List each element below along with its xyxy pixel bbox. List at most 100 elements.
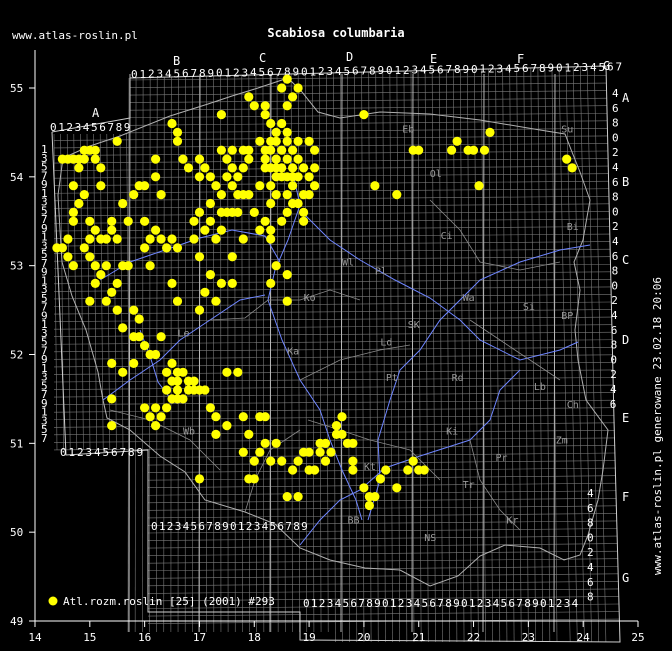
occurrence-point bbox=[172, 296, 183, 306]
grid-line bbox=[53, 369, 614, 375]
grid-digit-top: 8 bbox=[539, 62, 546, 75]
grid-line bbox=[129, 90, 607, 96]
grid-digit-top: 0 bbox=[216, 67, 223, 80]
grid-line bbox=[147, 543, 618, 549]
occurrence-point bbox=[282, 270, 292, 280]
grid-digit-bottom: 4 bbox=[335, 597, 342, 610]
grid-line bbox=[241, 75, 243, 633]
occurrence-point bbox=[140, 216, 150, 226]
y-tick-label: 49 bbox=[10, 615, 23, 628]
occurrence-point bbox=[370, 492, 380, 502]
grid-digit-top: 9 bbox=[548, 62, 555, 75]
grid-digit-top: 6 bbox=[267, 66, 274, 79]
occurrence-point bbox=[468, 145, 479, 155]
occurrence-point bbox=[183, 163, 194, 173]
grid-digit-top: 1 bbox=[480, 63, 487, 76]
grid-digit-top: 2 bbox=[488, 63, 495, 76]
occurrence-point bbox=[200, 287, 210, 297]
occurrence-point bbox=[101, 296, 111, 306]
grid-digit-right: 4 bbox=[587, 561, 594, 574]
occurrence-point bbox=[326, 447, 336, 457]
occurrence-point bbox=[249, 101, 259, 111]
region-label: Su bbox=[561, 124, 573, 135]
grid-digit-bottom: 2 bbox=[398, 597, 405, 610]
occurrence-point bbox=[260, 101, 270, 111]
occurrence-point bbox=[205, 403, 215, 413]
occurrence-point bbox=[129, 305, 139, 315]
y-tick-label: 52 bbox=[10, 349, 23, 362]
grid-line bbox=[467, 69, 472, 643]
region-label: Si bbox=[523, 302, 535, 313]
occurrence-point bbox=[216, 145, 226, 155]
grid-digit-top: 2 bbox=[573, 61, 580, 74]
occurrence-point bbox=[260, 438, 270, 448]
region-label: Wa bbox=[463, 293, 475, 304]
occurrence-point bbox=[162, 367, 172, 377]
grid-line bbox=[53, 203, 610, 209]
grid-digit-right: 4 bbox=[612, 161, 619, 174]
occurrence-point bbox=[140, 181, 150, 191]
site-url[interactable]: www.atlas-roslin.pl bbox=[12, 29, 138, 42]
grid-letter-right: D bbox=[622, 333, 629, 347]
occurrence-point bbox=[112, 136, 122, 146]
grid-letter-top: C bbox=[259, 51, 266, 65]
grid-line bbox=[474, 69, 479, 643]
occurrence-point bbox=[255, 225, 265, 235]
grid-line bbox=[147, 460, 616, 466]
grid-major-line bbox=[411, 73, 414, 633]
grid-line bbox=[142, 77, 144, 633]
occurrence-point bbox=[392, 483, 402, 493]
grid-letter-right: C bbox=[622, 253, 629, 267]
occurrence-point bbox=[63, 234, 73, 244]
grid-line bbox=[147, 490, 617, 496]
occurrence-point bbox=[348, 465, 358, 475]
grid-digit-right: 4 bbox=[611, 309, 618, 322]
grid-digit-bottom: 5 bbox=[422, 597, 429, 610]
occurrence-point bbox=[79, 154, 89, 164]
grid-digit-bottom: 1 bbox=[238, 520, 245, 533]
x-tick-label: 21 bbox=[412, 631, 425, 644]
grid-digit-bottom: 9 bbox=[301, 520, 308, 533]
occurrence-point bbox=[474, 181, 484, 191]
grid-line bbox=[53, 263, 611, 270]
occurrence-point bbox=[271, 190, 281, 200]
grid-line bbox=[255, 74, 258, 633]
grid-digit-right: 6 bbox=[612, 250, 619, 263]
grid-digit-top: 4 bbox=[250, 66, 257, 79]
occurrence-point bbox=[162, 403, 172, 413]
grid-digit-bottom: 2 bbox=[477, 597, 484, 610]
occurrence-point bbox=[107, 216, 117, 226]
occurrence-point bbox=[255, 447, 265, 457]
occurrence-point bbox=[277, 216, 287, 226]
occurrence-point bbox=[151, 403, 161, 413]
grid-line bbox=[544, 67, 551, 643]
grid-digit-bottom: 4 bbox=[493, 597, 500, 610]
grid-line bbox=[53, 414, 615, 421]
region-label: Ki bbox=[446, 426, 458, 437]
occurrence-point bbox=[211, 412, 221, 422]
grid-digit-top: 2 bbox=[233, 66, 240, 79]
occurrence-point bbox=[216, 190, 226, 200]
grid-line bbox=[234, 75, 236, 633]
grid-digit-top: 5 bbox=[599, 61, 606, 74]
grid-digit-bottom: 0 bbox=[461, 597, 468, 610]
grid-digit-left: 7 bbox=[41, 432, 48, 445]
occurrence-point bbox=[260, 216, 270, 226]
grid-digit-top: 1 bbox=[225, 67, 232, 80]
occurrence-point bbox=[101, 261, 111, 271]
occurrence-point bbox=[112, 305, 122, 315]
grid-digit-right: 8 bbox=[612, 265, 619, 278]
grid-line bbox=[311, 73, 315, 633]
grid-digit-top: 1 bbox=[310, 65, 317, 78]
occurrence-point bbox=[331, 421, 342, 431]
river bbox=[367, 244, 591, 521]
occurrence-point bbox=[194, 252, 205, 262]
grid-line bbox=[129, 82, 607, 88]
occurrence-point bbox=[200, 385, 210, 395]
grid-digit-bottom: 5 bbox=[501, 597, 508, 610]
occurrence-point bbox=[348, 456, 358, 466]
grid-digit-bottom: 1 bbox=[469, 597, 476, 610]
grid-digit-bottom: 8 bbox=[366, 597, 373, 610]
generated-note: www.atlas-roslin.pl generowane 23.02.18 … bbox=[651, 277, 664, 575]
grid-digit-bottom: 7 bbox=[206, 520, 213, 533]
